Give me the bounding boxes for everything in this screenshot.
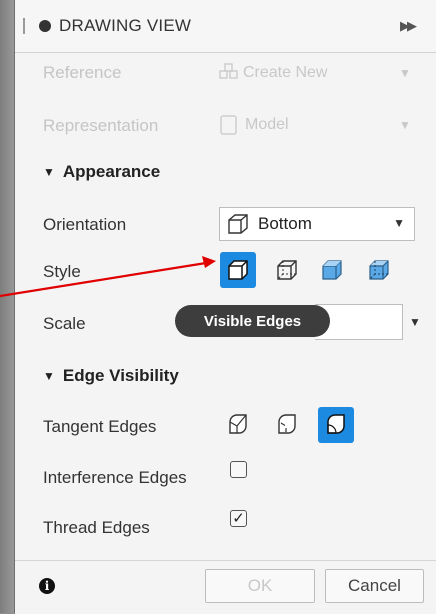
edge-visibility-section-label: Edge Visibility <box>62 366 179 385</box>
visible-edges-icon <box>228 260 248 280</box>
appearance-section-label: Appearance <box>62 162 161 181</box>
thread-edges-label: Thread Edges <box>43 518 150 537</box>
style-shaded-hidden-edges-button[interactable] <box>361 252 397 288</box>
tangent-off-button[interactable] <box>318 407 354 443</box>
orientation-value: Bottom <box>258 214 312 233</box>
model-icon <box>220 115 237 135</box>
visible-edges-tooltip: Visible Edges <box>175 305 330 337</box>
tangent-full-length-icon <box>229 414 247 434</box>
tangent-off-icon <box>327 414 345 434</box>
style-label: Style <box>43 262 81 281</box>
reference-caret-icon: ▼ <box>399 66 411 80</box>
reference-label: Reference <box>43 63 122 82</box>
representation-value: Model <box>245 116 289 133</box>
representation-label: Representation <box>43 116 159 135</box>
scale-caret-icon[interactable]: ▼ <box>409 315 421 329</box>
style-shaded-button[interactable] <box>314 252 350 288</box>
tangent-shortened-button[interactable] <box>269 407 305 443</box>
orientation-dropdown[interactable]: Bottom ▼ <box>219 207 415 241</box>
collapse-panel-icon[interactable]: ▶▶ <box>400 18 417 34</box>
orientation-label: Orientation <box>43 215 127 234</box>
info-icon[interactable]: i <box>39 578 55 594</box>
tangent-edges-label: Tangent Edges <box>43 417 157 436</box>
ok-button[interactable]: OK <box>205 569 315 603</box>
interference-edges-checkbox[interactable] <box>230 461 247 478</box>
interference-edges-label: Interference Edges <box>43 468 187 487</box>
panel-footer: i OK Cancel <box>15 560 436 614</box>
cancel-button[interactable]: Cancel <box>325 569 424 603</box>
expand-triangle-icon: ▼ <box>43 165 55 179</box>
bottom-view-cube-icon <box>228 214 248 234</box>
check-mark-icon: ✓ <box>232 510 245 527</box>
drawing-view-panel: DRAWING VIEW ▶▶ Reference Create New ▼ R… <box>14 0 436 614</box>
reference-dropdown: Create New ▼ <box>219 63 411 83</box>
drag-grip-icon[interactable] <box>23 18 25 34</box>
panel-titlebar[interactable]: DRAWING VIEW ▶▶ <box>15 0 436 53</box>
background-viewport <box>0 0 14 613</box>
expand-triangle-icon: ▼ <box>43 369 55 383</box>
representation-caret-icon: ▼ <box>399 118 411 132</box>
create-new-icon <box>219 63 238 79</box>
panel-title: DRAWING VIEW <box>59 16 192 35</box>
style-visible-hidden-edges-button[interactable] <box>269 252 305 288</box>
scale-label: Scale <box>43 314 86 333</box>
style-visible-edges-button[interactable] <box>220 252 256 288</box>
visible-and-hidden-edges-icon <box>277 260 297 280</box>
shaded-icon <box>322 260 342 280</box>
tangent-full-length-button[interactable] <box>220 407 256 443</box>
reference-value: Create New <box>243 64 328 81</box>
tangent-shortened-icon <box>278 414 296 434</box>
panel-status-dot-icon <box>39 20 51 32</box>
edge-visibility-section-header[interactable]: ▼ Edge Visibility <box>43 366 179 386</box>
orientation-caret-icon: ▼ <box>393 216 405 230</box>
shaded-with-hidden-edges-icon <box>369 260 389 280</box>
representation-dropdown: Model ▼ <box>219 114 411 136</box>
thread-edges-checkbox[interactable]: ✓ <box>230 510 247 527</box>
appearance-section-header[interactable]: ▼ Appearance <box>43 162 160 182</box>
